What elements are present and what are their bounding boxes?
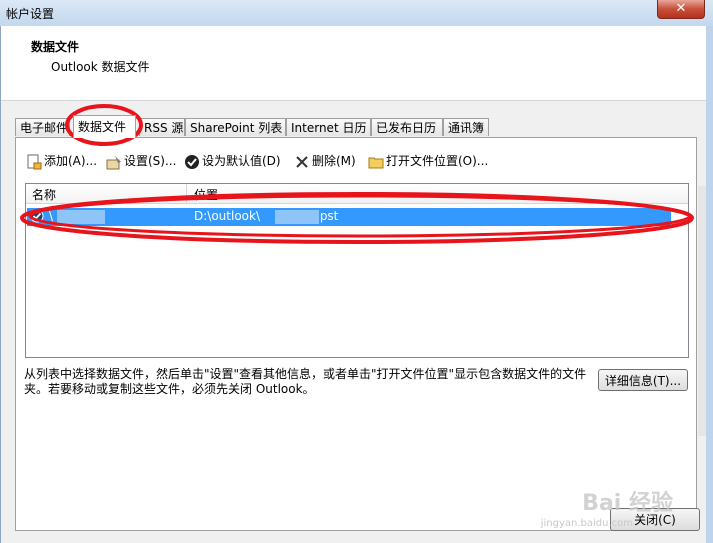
remove-label: 删除(M) xyxy=(312,154,356,168)
open-location-button[interactable]: 打开文件位置(O)... xyxy=(368,151,488,171)
add-label: 添加(A)... xyxy=(44,154,98,168)
folder-icon xyxy=(368,157,384,168)
remove-button[interactable]: 删除(M) xyxy=(294,151,356,171)
add-file-icon xyxy=(27,154,42,169)
tab-rss[interactable]: RSS 源 xyxy=(139,118,185,136)
tab-internet-calendar[interactable]: Internet 日历 xyxy=(286,118,371,136)
add-button[interactable]: 添加(A)... xyxy=(26,151,97,171)
file-location-ext: .pst xyxy=(316,209,339,223)
header-subtitle: Outlook 数据文件 xyxy=(51,60,150,74)
header-title: 数据文件 xyxy=(31,40,80,54)
side-strip xyxy=(698,186,706,436)
tab-email[interactable]: 电子邮件 xyxy=(15,118,70,136)
watermark-brand: Bai 经验 xyxy=(582,491,673,516)
data-files-panel: 添加(A)... 设置(S)... 设为默认值(D) 删除(M) 打开文件位置(… xyxy=(15,137,697,531)
check-circle-icon xyxy=(185,154,199,169)
list-header: 名称 位置 xyxy=(26,184,688,204)
file-location-path: D:\outlook\ xyxy=(194,209,260,223)
tab-data-files[interactable]: 数据文件 xyxy=(73,115,136,138)
column-divider xyxy=(186,184,187,203)
blurred-filename-box xyxy=(275,210,319,224)
settings-label: 设置(S)... xyxy=(124,154,177,168)
help-text: 从列表中选择数据文件，然后单击"设置"查看其他信息，或者单击"打开文件位置"显示… xyxy=(24,367,587,396)
default-check-icon xyxy=(30,209,44,223)
data-files-list[interactable]: 名称 位置 \ D:\outlook\ .pst xyxy=(25,183,689,358)
list-item[interactable]: \ D:\outlook\ .pst xyxy=(27,208,671,226)
file-name: \ xyxy=(49,209,54,223)
watermark-url: jingyan.baidu.com xyxy=(540,518,633,529)
tab-sharepoint[interactable]: SharePoint 列表 xyxy=(185,118,286,136)
details-button[interactable]: 详细信息(T)... xyxy=(598,369,688,391)
tab-address-book[interactable]: 通讯簿 xyxy=(443,118,489,136)
window-title: 帐户设置 xyxy=(6,7,55,21)
column-name-header[interactable]: 名称 xyxy=(32,186,56,203)
dialog-header: 数据文件 Outlook 数据文件 xyxy=(1,26,706,101)
tab-published-calendar[interactable]: 已发布日历 xyxy=(371,118,443,136)
open-location-label: 打开文件位置(O)... xyxy=(386,154,489,168)
settings-button[interactable]: 设置(S)... xyxy=(106,151,176,171)
column-location-header[interactable]: 位置 xyxy=(194,186,218,203)
blurred-name xyxy=(57,210,105,224)
account-settings-window: 数据文件 Outlook 数据文件 电子邮件 数据文件 RSS 源 ShareP… xyxy=(0,26,706,543)
set-default-label: 设为默认值(D) xyxy=(202,154,281,168)
settings-icon xyxy=(106,155,121,169)
window-close-button[interactable]: ✕ xyxy=(657,0,705,19)
title-bar: 帐户设置 ✕ xyxy=(0,0,713,26)
delete-x-icon xyxy=(296,155,308,168)
set-default-button[interactable]: 设为默认值(D) xyxy=(184,151,281,171)
